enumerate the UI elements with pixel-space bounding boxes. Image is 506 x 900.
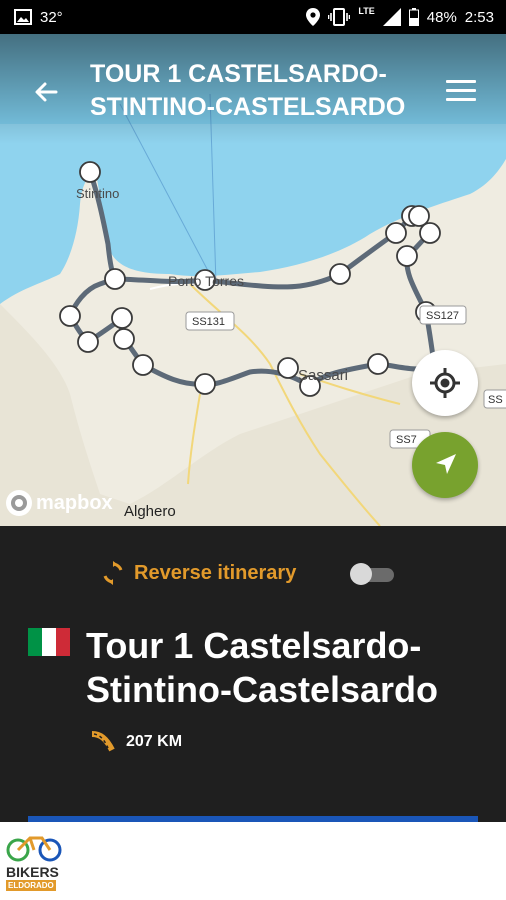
vibrate-icon — [328, 8, 351, 26]
place-label: Sassari — [298, 367, 348, 384]
reverse-itinerary-label: Reverse itinerary — [134, 561, 297, 584]
reverse-itinerary-row[interactable]: Reverse itinerary — [100, 560, 296, 586]
toggle-knob — [350, 563, 372, 585]
road-label: SS — [488, 394, 503, 406]
hamburger-menu-icon[interactable] — [446, 80, 476, 102]
locate-button[interactable] — [412, 350, 478, 416]
navigation-arrow-icon — [436, 454, 456, 474]
brand-subtitle: ELDORADO — [6, 880, 56, 891]
location-icon — [306, 8, 321, 26]
place-label: Alghero — [124, 503, 176, 520]
sync-icon — [103, 561, 123, 585]
clock: 2:53 — [464, 8, 494, 26]
footer — [0, 822, 506, 900]
road-label: SS127 — [426, 310, 459, 322]
mapbox-attribution[interactable]: mapbox — [6, 490, 113, 516]
image-icon — [14, 9, 32, 25]
tour-name: Tour 1 Castelsardo-Stintino-Castelsardo — [86, 625, 439, 710]
temperature: 32° — [40, 8, 63, 26]
signal-icon — [382, 8, 401, 26]
distance-value: 207 KM — [126, 733, 183, 750]
page-title: TOUR 1 CASTELSARDO-STINTINO-CASTELSARDO — [90, 60, 406, 121]
arrow-left-icon[interactable] — [30, 76, 62, 108]
reverse-itinerary-toggle[interactable] — [350, 563, 394, 585]
mapbox-logo-icon — [6, 490, 32, 516]
battery-icon — [408, 8, 419, 26]
status-bar: 32° LTE 48% 2:53 — [0, 0, 506, 34]
navigate-button[interactable] — [412, 432, 478, 498]
network-label: LTE — [358, 6, 375, 16]
road-icon — [91, 731, 115, 752]
place-label: Porto Torres — [168, 273, 244, 289]
mapbox-label: mapbox — [36, 491, 113, 514]
italy-flag-icon — [28, 628, 70, 656]
battery-percent: 48% — [426, 8, 457, 26]
distance-row: 207 KM — [90, 730, 182, 754]
road-label: SS131 — [192, 316, 225, 328]
crosshair-icon — [430, 368, 460, 398]
brand-name: BIKERS — [6, 864, 59, 880]
place-label: Stintino — [76, 186, 119, 201]
